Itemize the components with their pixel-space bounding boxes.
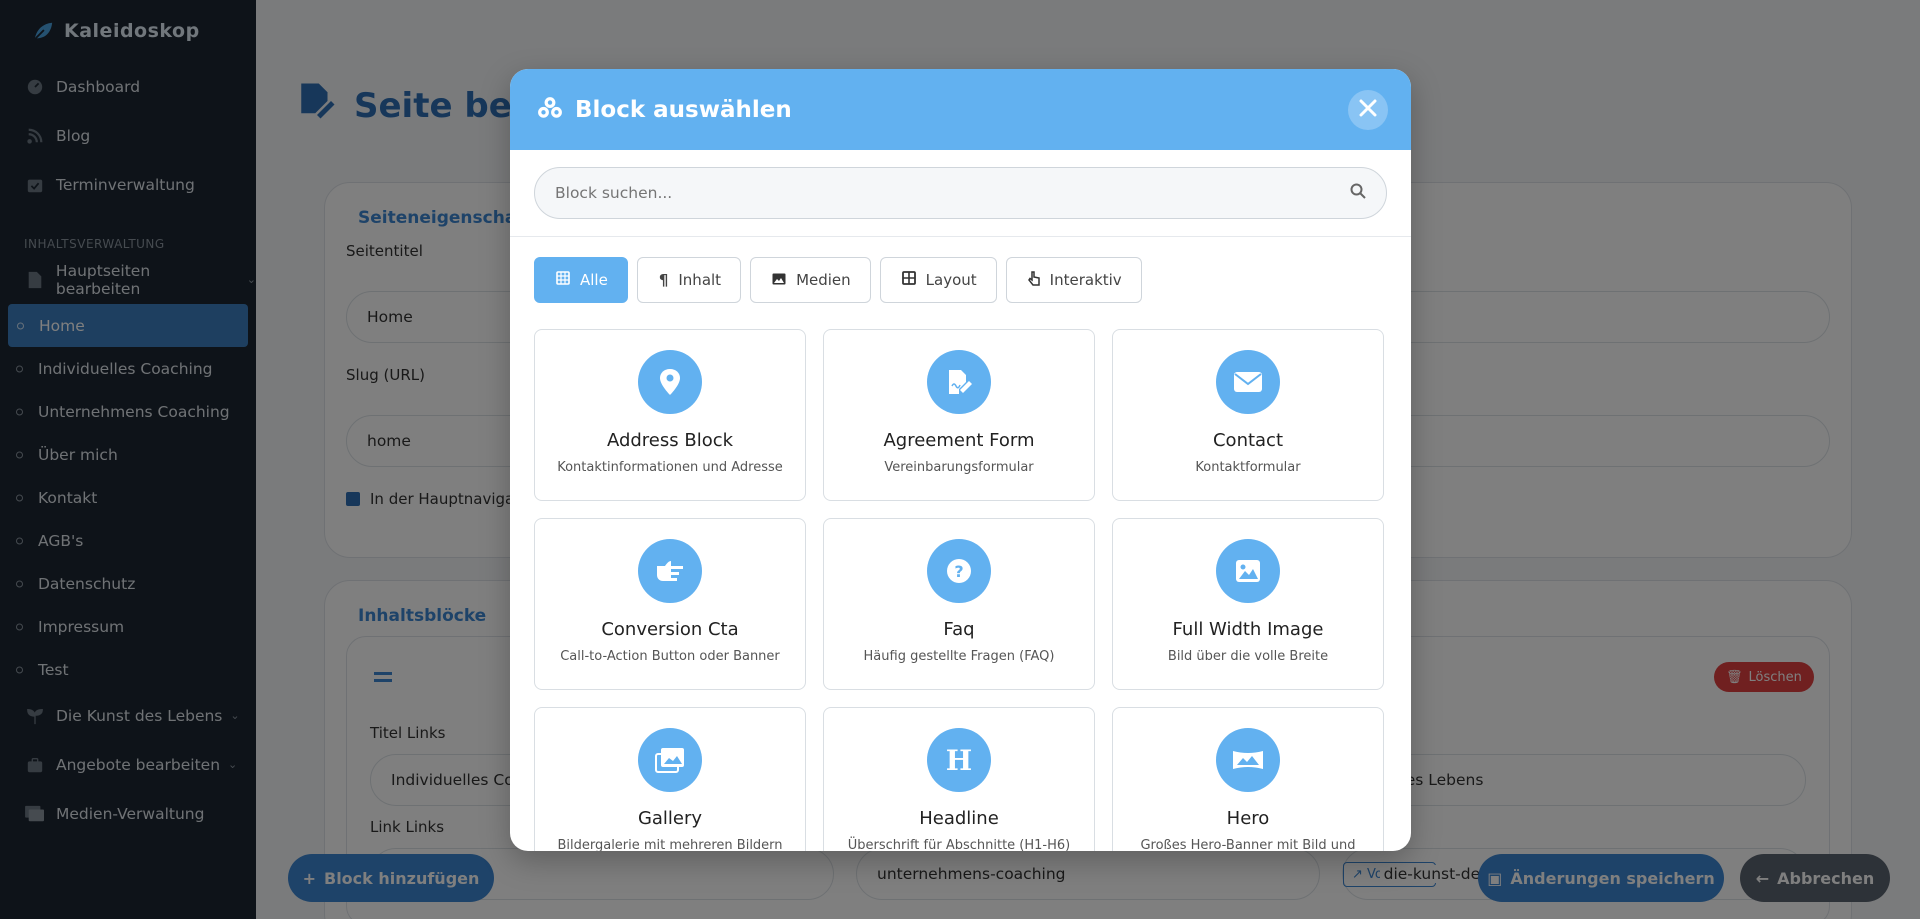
search-section <box>510 150 1411 237</box>
filter-label: Interaktiv <box>1049 271 1122 289</box>
svg-text:H: H <box>946 746 972 774</box>
envelope-icon <box>1216 350 1280 414</box>
block-card-address[interactable]: Address Block Kontaktinformationen und A… <box>534 329 806 501</box>
block-title: Faq <box>943 619 975 640</box>
block-desc: Kontaktformular <box>1195 460 1301 475</box>
block-title: Agreement Form <box>883 430 1035 451</box>
block-title: Address Block <box>606 430 734 451</box>
block-title: Contact <box>1212 430 1284 451</box>
block-desc: Überschrift für Abschnitte (H1-H6) <box>847 838 1071 851</box>
filter-alle[interactable]: Alle <box>534 257 628 303</box>
paragraph-icon: ¶ <box>658 271 669 289</box>
question-icon: ? <box>927 539 991 603</box>
block-grid: Address Block Kontaktinformationen und A… <box>510 303 1411 851</box>
grid-icon <box>556 271 570 289</box>
search-box[interactable] <box>534 167 1387 219</box>
filter-label: Layout <box>925 271 977 289</box>
filter-interaktiv[interactable]: Interaktiv <box>1005 257 1142 303</box>
pointer-icon <box>1027 270 1040 290</box>
image-icon <box>772 271 786 289</box>
filter-label: Alle <box>580 271 608 289</box>
block-title: Conversion Cta <box>601 619 739 640</box>
gallery-icon <box>638 728 702 792</box>
filter-medien[interactable]: Medien <box>750 257 871 303</box>
block-desc: Häufig gestellte Fragen (FAQ) <box>863 649 1055 664</box>
filter-label: Inhalt <box>678 271 722 289</box>
block-desc: Großes Hero-Banner mit Bild und <box>1140 838 1356 851</box>
search-icon[interactable] <box>1350 183 1366 203</box>
block-card-conversion-cta[interactable]: Conversion Cta Call-to-Action Button ode… <box>534 518 806 690</box>
close-icon <box>1359 99 1377 121</box>
file-signature-icon <box>927 350 991 414</box>
filter-bar: Alle ¶ Inhalt Medien Layout Interaktiv <box>510 237 1411 303</box>
block-desc: Kontaktinformationen und Adresse <box>557 460 783 475</box>
block-card-hero[interactable]: Hero Großes Hero-Banner mit Bild und <box>1112 707 1384 851</box>
block-desc: Bildergalerie mit mehreren Bildern <box>557 838 783 851</box>
table-icon <box>901 271 916 289</box>
block-card-contact[interactable]: Contact Kontaktformular <box>1112 329 1384 501</box>
block-card-gallery[interactable]: Gallery Bildergalerie mit mehreren Bilde… <box>534 707 806 851</box>
block-card-faq[interactable]: ? Faq Häufig gestellte Fragen (FAQ) <box>823 518 1095 690</box>
block-title: Headline <box>919 808 999 829</box>
filter-layout[interactable]: Layout <box>879 257 997 303</box>
block-card-agreement-form[interactable]: Agreement Form Vereinbarungsformular <box>823 329 1095 501</box>
block-title: Hero <box>1226 808 1270 829</box>
filter-label: Medien <box>796 271 851 289</box>
block-desc: Vereinbarungsformular <box>884 460 1034 475</box>
block-card-full-width-image[interactable]: Full Width Image Bild über die volle Bre… <box>1112 518 1384 690</box>
image-icon <box>1216 539 1280 603</box>
block-desc: Bild über die volle Breite <box>1167 649 1329 664</box>
svg-text:?: ? <box>954 562 963 581</box>
block-card-headline[interactable]: H Headline Überschrift für Abschnitte (H… <box>823 707 1095 851</box>
block-title: Full Width Image <box>1172 619 1324 640</box>
block-title: Gallery <box>637 808 703 829</box>
filter-inhalt[interactable]: ¶ Inhalt <box>636 257 742 303</box>
cubes-icon <box>537 95 563 125</box>
search-input[interactable] <box>555 184 1285 202</box>
block-select-modal: Block auswählen Alle ¶ Inhalt Medien Lay… <box>510 69 1411 851</box>
close-button[interactable] <box>1348 90 1388 130</box>
block-desc: Call-to-Action Button oder Banner <box>560 649 780 664</box>
modal-header: Block auswählen <box>510 69 1411 150</box>
hand-point-icon <box>638 539 702 603</box>
heading-icon: H <box>927 728 991 792</box>
modal-title: Block auswählen <box>575 96 792 123</box>
map-pin-icon <box>638 350 702 414</box>
panorama-icon <box>1216 728 1280 792</box>
